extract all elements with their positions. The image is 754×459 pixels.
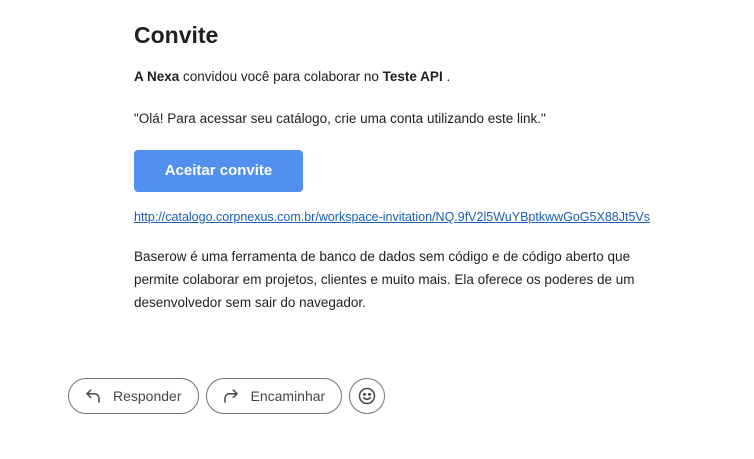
reply-button[interactable]: Responder: [68, 378, 199, 414]
invite-link[interactable]: http://catalogo.corpnexus.com.br/workspa…: [134, 209, 650, 225]
emoji-reaction-button[interactable]: [349, 378, 386, 414]
forward-button[interactable]: Encaminhar: [205, 378, 343, 414]
forward-label: Encaminhar: [250, 388, 326, 404]
inviter-name: A Nexa: [134, 69, 180, 84]
emoji-icon: [357, 386, 377, 406]
accept-invite-button[interactable]: Aceitar convite: [134, 150, 303, 192]
workspace-name: Teste API: [382, 69, 443, 84]
invite-intro: A Nexa convidou você para colaborar no T…: [134, 68, 450, 86]
reply-label: Responder: [113, 388, 182, 404]
reply-icon: [83, 386, 103, 406]
invite-message: "Olá! Para acessar seu catálogo, crie um…: [134, 111, 546, 126]
intro-end-text: .: [442, 69, 451, 84]
email-title: Convite: [134, 22, 219, 48]
product-description: Baserow é uma ferramenta de banco de dad…: [134, 249, 635, 310]
forward-icon: [221, 386, 241, 406]
intro-middle-text: convidou você para colaborar no: [179, 69, 383, 84]
email-actions: Responder Encaminhar: [68, 378, 386, 414]
